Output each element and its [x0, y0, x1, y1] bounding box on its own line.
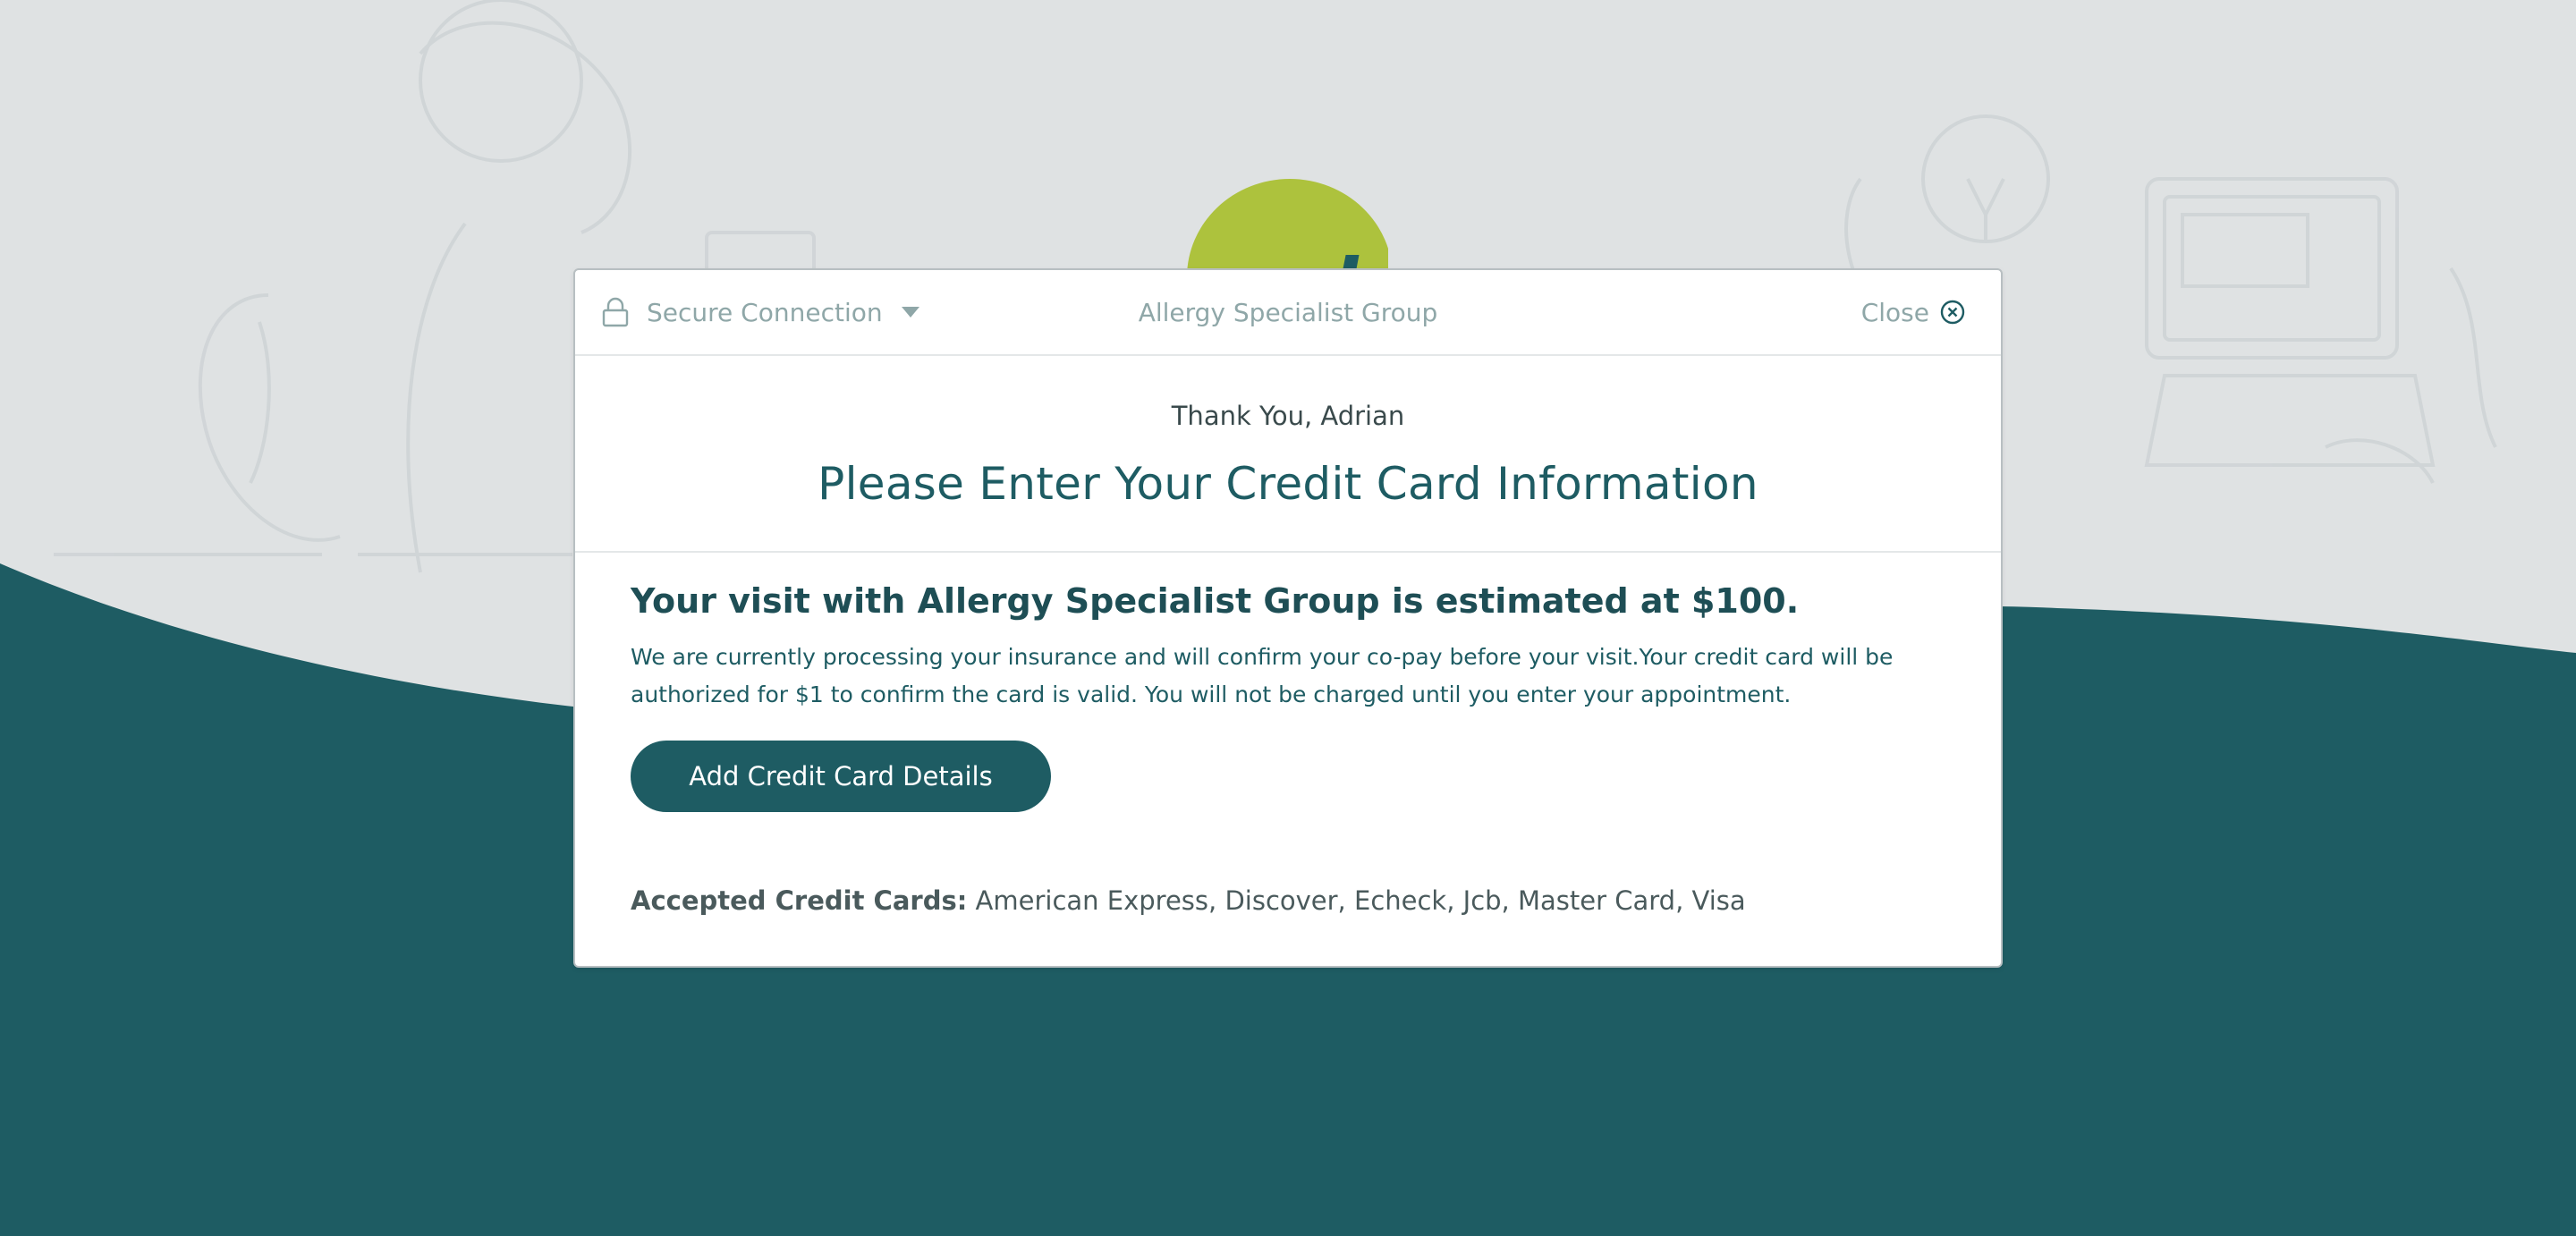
intro-section: Thank You, Adrian Please Enter Your Cred… — [575, 354, 2001, 553]
close-label: Close — [1860, 297, 1929, 327]
accepted-cards: Accepted Credit Cards: American Express,… — [631, 885, 1746, 916]
payment-modal: Allergy Specialist Group Secure Connecti… — [573, 268, 2003, 968]
secure-connection-label: Secure Connection — [647, 297, 883, 327]
modal-header: Allergy Specialist Group Secure Connecti… — [575, 270, 2001, 356]
close-button[interactable]: Close — [1861, 270, 1965, 354]
caret-down-icon — [901, 307, 919, 317]
accepted-cards-list: American Express, Discover, Echeck, Jcb,… — [967, 885, 1746, 916]
insurance-note: We are currently processing your insuran… — [631, 644, 1894, 707]
add-credit-card-button[interactable]: Add Credit Card Details — [631, 741, 1051, 812]
accepted-cards-label: Accepted Credit Cards: — [631, 885, 968, 916]
secure-connection-dropdown[interactable]: Secure Connection — [602, 270, 920, 354]
lock-icon — [602, 297, 629, 327]
estimate-section: Your visit with Allergy Specialist Group… — [631, 581, 1945, 812]
estimate-heading: Your visit with Allergy Specialist Group… — [631, 581, 1800, 621]
close-circle-icon — [1940, 300, 1965, 325]
page-title: Please Enter Your Credit Card Informatio… — [818, 458, 1758, 510]
thank-you-text: Thank You, Adrian — [1171, 401, 1405, 431]
